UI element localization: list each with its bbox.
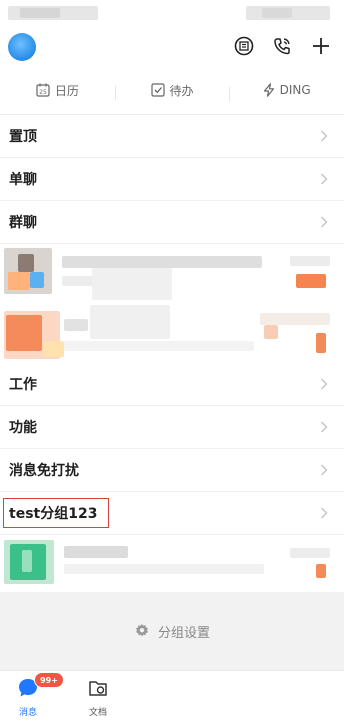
group-settings-label: 分组设置: [157, 625, 210, 641]
chevron-right-icon: [321, 464, 328, 476]
chevron-right-icon: [321, 507, 328, 519]
todo-check-icon: [150, 83, 165, 97]
lightning-icon: [263, 83, 274, 97]
chevron-right-icon: [321, 173, 328, 185]
calendar-label: 日历: [54, 83, 79, 98]
header: [0, 28, 344, 68]
chevron-right-icon: [321, 216, 328, 228]
chevron-right-icon: [321, 421, 328, 433]
chat-row-redacted[interactable]: [0, 305, 344, 365]
tab-docs[interactable]: 文档: [78, 677, 118, 718]
phone-icon[interactable]: [270, 34, 294, 58]
scan-group-icon[interactable]: [232, 34, 256, 58]
group-label: 单聊: [9, 172, 37, 188]
ding-label: DING: [279, 83, 311, 97]
group-label: 消息免打扰: [9, 463, 79, 479]
chat-row-redacted[interactable]: [0, 244, 344, 300]
avatar[interactable]: [8, 33, 36, 61]
group-settings-button[interactable]: 分组设置: [134, 622, 210, 641]
group-item-do-not-disturb[interactable]: 消息免打扰: [0, 449, 344, 492]
group-item-features[interactable]: 功能: [0, 406, 344, 449]
group-item-group-chat[interactable]: 群聊: [0, 201, 344, 244]
group-item-single-chat[interactable]: 单聊: [0, 158, 344, 201]
calendar-button[interactable]: 25 日历: [0, 82, 115, 99]
gear-icon: [135, 624, 148, 637]
calendar-icon: 25: [36, 83, 50, 97]
group-label: 群聊: [9, 215, 37, 231]
calendar-day: 25: [39, 89, 47, 96]
chat-row-redacted[interactable]: [0, 536, 344, 592]
group-label: 工作: [9, 377, 37, 393]
group-label: 功能: [9, 420, 37, 436]
status-bar: [0, 0, 344, 28]
group-item-pinned[interactable]: 置顶: [0, 115, 344, 158]
quick-bar: 25 日历 待办 DING: [0, 70, 344, 110]
group-label: 置顶: [9, 129, 37, 145]
chevron-right-icon: [321, 130, 328, 142]
chevron-right-icon: [321, 378, 328, 390]
settings-area: 分组设置: [0, 592, 344, 670]
todo-label: 待办: [169, 83, 194, 98]
tab-messages-label: 消息: [18, 708, 37, 718]
folder-doc-icon: [89, 681, 107, 696]
unread-badge: 99+: [34, 672, 64, 688]
ding-button[interactable]: DING: [229, 83, 344, 101]
highlight-annotation: [3, 498, 109, 528]
group-item-work[interactable]: 工作: [0, 363, 344, 406]
add-icon[interactable]: [309, 34, 333, 58]
todo-button[interactable]: 待办: [114, 82, 230, 100]
tab-docs-label: 文档: [88, 708, 107, 718]
